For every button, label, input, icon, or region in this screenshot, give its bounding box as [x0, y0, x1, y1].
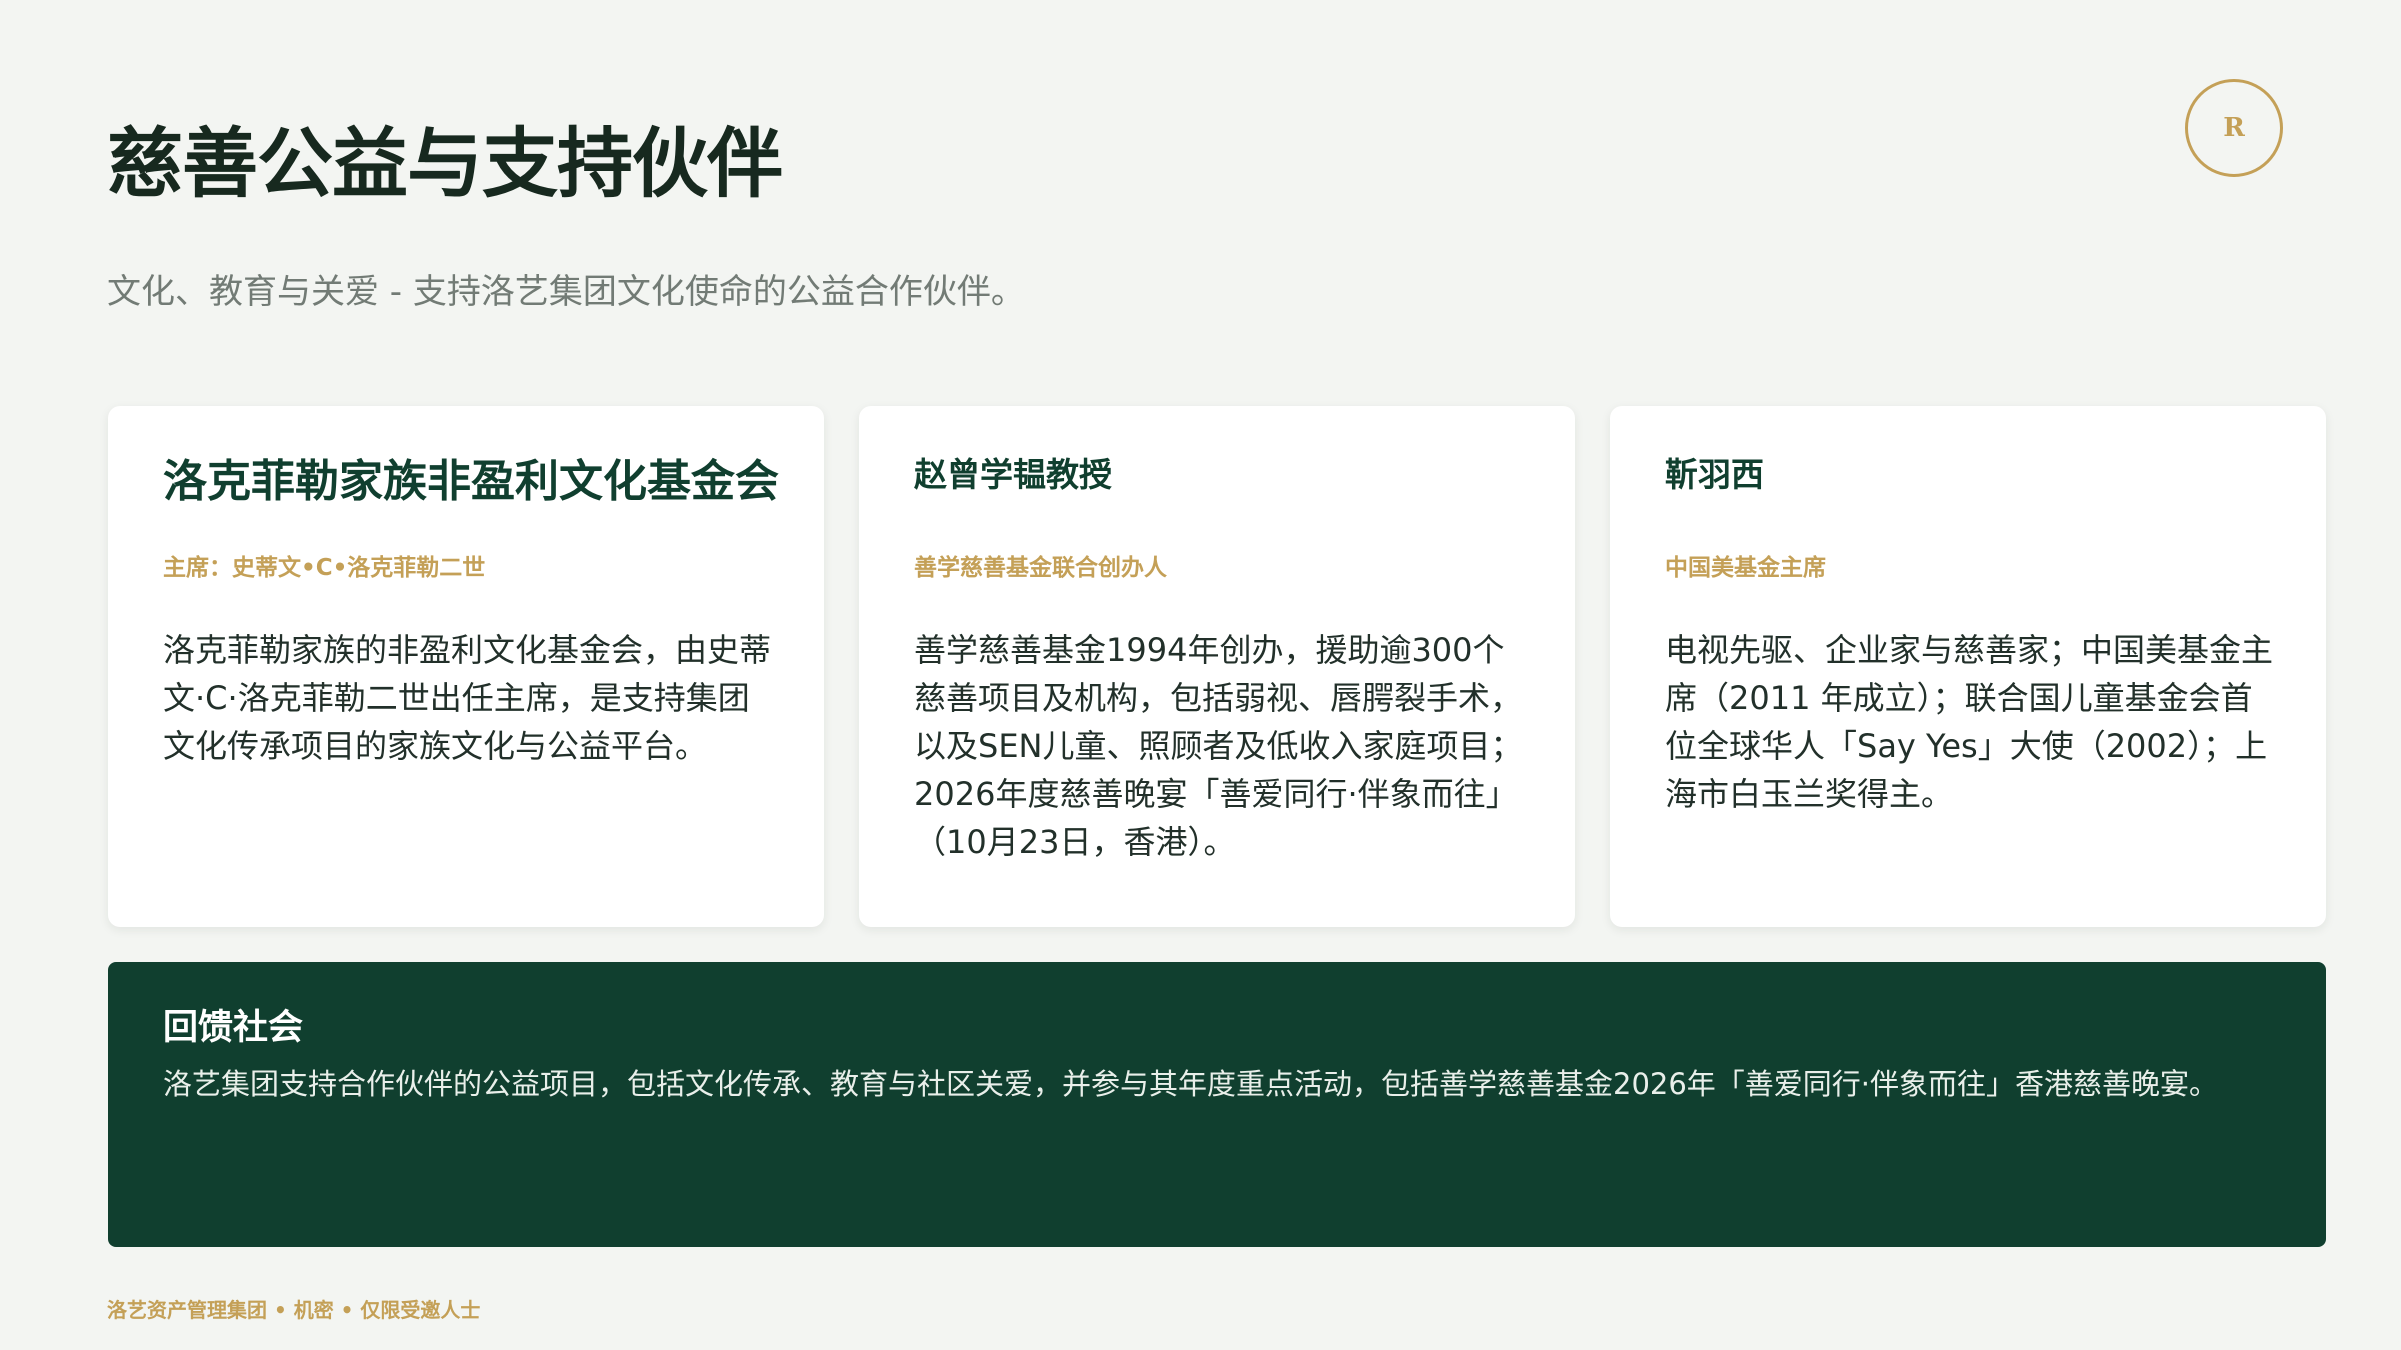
- partner-description: 善学慈善基金1994年创办，援助逾300个慈善项目及机构，包括弱视、唇腭裂手术，…: [914, 631, 1523, 861]
- page-title: 慈善公益与支持伙伴: [107, 119, 783, 208]
- partner-role: 主席：史蒂文•C•洛克菲勒二世: [163, 555, 486, 581]
- partner-role: 善学慈善基金联合创办人: [914, 555, 1167, 581]
- partner-name: 赵曾学韫教授: [914, 455, 1112, 494]
- partner-card-jin: 靳羽西 中国美基金主席 电视先驱、企业家与慈善家；中国美基金主席（2011 年成…: [1610, 406, 2326, 927]
- partner-description: 洛克菲勒家族的非盈利文化基金会，由史蒂文·C·洛克菲勒二世出任主席，是支持集团文…: [163, 631, 772, 765]
- partner-name: 洛克菲勒家族非盈利文化基金会: [163, 456, 779, 507]
- banner-title: 回馈社会: [163, 1008, 304, 1048]
- partner-card-zhao: 赵曾学韫教授 善学慈善基金联合创办人 善学慈善基金1994年创办，援助逾300个…: [859, 406, 1575, 927]
- partner-role: 中国美基金主席: [1665, 555, 1826, 581]
- logo-letter: R: [2223, 113, 2245, 143]
- partner-name: 靳羽西: [1665, 455, 1764, 494]
- partner-card-rockefeller: 洛克菲勒家族非盈利文化基金会 主席：史蒂文•C•洛克菲勒二世 洛克菲勒家族的非盈…: [108, 406, 824, 927]
- banner-text: 洛艺集团支持合作伙伴的公益项目，包括文化传承、教育与社区关爱，并参与其年度重点活…: [163, 1066, 2219, 1101]
- footer-confidential-note: 洛艺资产管理集团 • 机密 • 仅限受邀人士: [107, 1298, 481, 1322]
- give-back-banner: 回馈社会 洛艺集团支持合作伙伴的公益项目，包括文化传承、教育与社区关爱，并参与其…: [108, 962, 2326, 1247]
- page-subtitle: 文化、教育与关爱 - 支持洛艺集团文化使命的公益合作伙伴。: [107, 272, 1025, 312]
- partner-description: 电视先驱、企业家与慈善家；中国美基金主席（2011 年成立）；联合国儿童基金会首…: [1665, 631, 2274, 813]
- logo-badge: R: [2185, 79, 2283, 177]
